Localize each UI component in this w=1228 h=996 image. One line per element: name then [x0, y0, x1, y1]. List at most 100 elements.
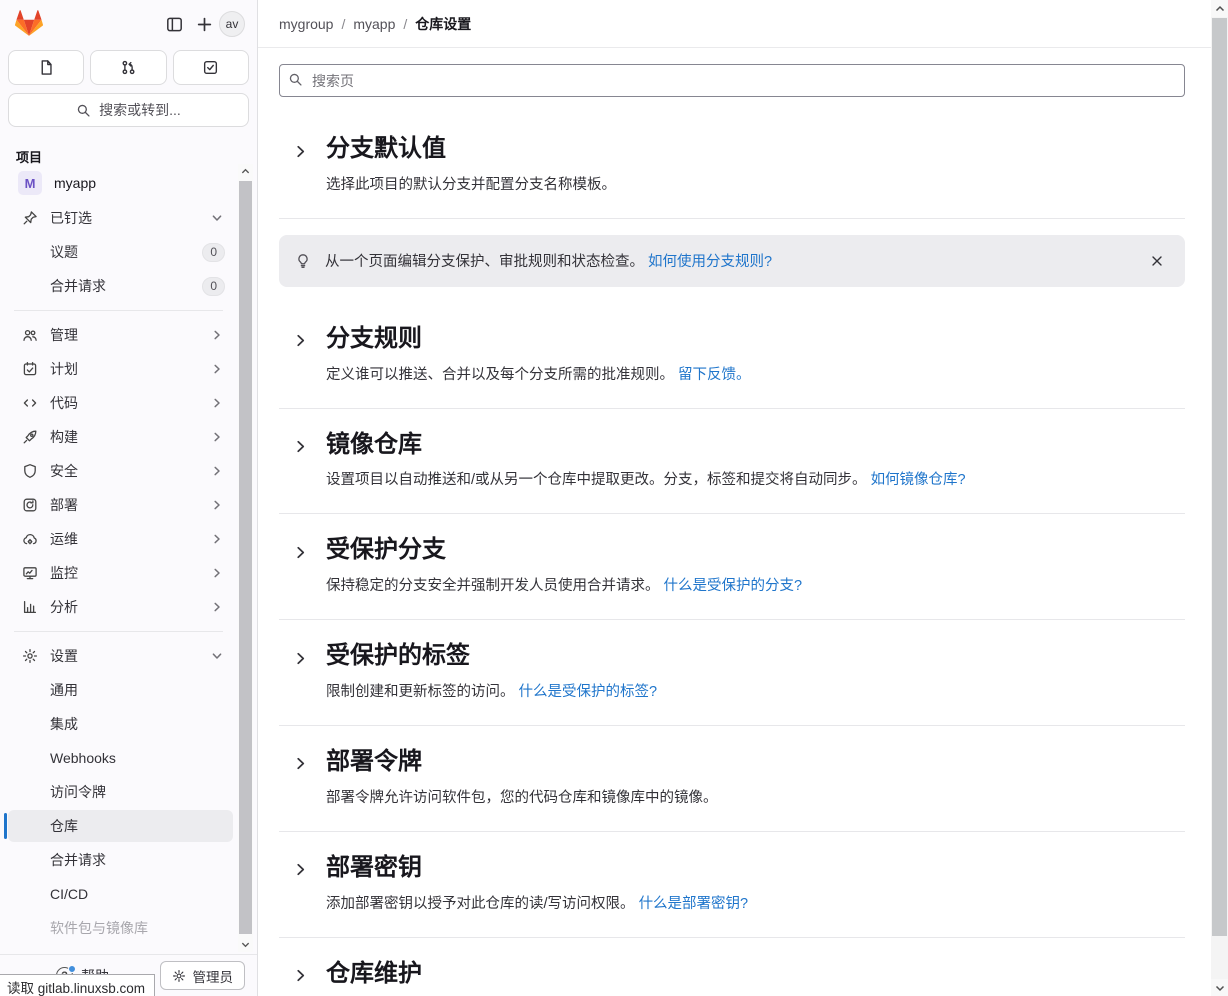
expand-section-button[interactable] — [287, 857, 313, 883]
settings-search-input[interactable] — [279, 64, 1185, 97]
sidebar-item-安全[interactable]: 安全 — [8, 455, 233, 487]
chevron-right-icon — [211, 363, 223, 375]
sidebar-item-webhooks[interactable]: Webhooks — [8, 742, 233, 774]
issues-shortcut-button[interactable] — [8, 50, 84, 85]
merge-requests-shortcut-button[interactable] — [90, 50, 166, 85]
chevron-right-icon — [293, 144, 308, 159]
sidebar-item-已钉选[interactable]: 已钉选 — [8, 202, 233, 234]
sidebar-item-label: Webhooks — [50, 750, 225, 766]
sidebar-scrollbar-thumb[interactable] — [239, 181, 252, 934]
sidebar-project-item[interactable]: M myapp — [8, 166, 233, 200]
sidebar-item-代码[interactable]: 代码 — [8, 387, 233, 419]
chevron-right-icon — [293, 545, 308, 560]
todos-shortcut-button[interactable] — [173, 50, 249, 85]
sidebar-item-label: 访问令牌 — [50, 782, 225, 802]
lightbulb-icon — [295, 253, 311, 269]
sidebar-item-监控[interactable]: 监控 — [8, 557, 233, 589]
sidebar-item-议题[interactable]: 议题0 — [8, 236, 233, 268]
chevron-right-icon — [293, 862, 308, 877]
scroll-up-icon[interactable] — [238, 164, 253, 179]
settings-section: 受保护分支保持稳定的分支安全并强制开发人员使用合并请求。 什么是受保护的分支? — [279, 514, 1185, 620]
search-or-go-button[interactable]: 搜索或转到... — [8, 93, 249, 127]
todo-icon — [202, 59, 219, 76]
count-badge: 0 — [202, 277, 225, 296]
sidebar-divider — [14, 310, 223, 311]
sidebar-toggle-icon — [166, 16, 183, 33]
section-help-link[interactable]: 什么是受保护的标签? — [519, 684, 658, 700]
section-help-link[interactable]: 留下反馈。 — [678, 367, 751, 383]
sidebar-item-合并请求[interactable]: 合并请求 — [8, 844, 233, 876]
sidebar-item-集成[interactable]: 集成 — [8, 708, 233, 740]
expand-section-button[interactable] — [287, 328, 313, 354]
chevron-down-icon — [211, 650, 223, 662]
breadcrumb-group-link[interactable]: mygroup — [279, 16, 333, 32]
user-avatar[interactable]: av — [219, 11, 245, 37]
sidebar-item-设置[interactable]: 设置 — [8, 640, 233, 672]
sidebar-item-label: CI/CD — [50, 886, 225, 902]
code-icon — [22, 395, 38, 411]
expand-section-button[interactable] — [287, 138, 313, 164]
section-title: 分支规则 — [326, 325, 751, 354]
expand-section-button[interactable] — [287, 434, 313, 460]
expand-section-button[interactable] — [287, 645, 313, 671]
search-icon — [288, 72, 303, 87]
settings-content: 分支默认值选择此项目的默认分支并配置分支名称模板。从一个页面编辑分支保护、审批规… — [258, 48, 1211, 996]
expand-section-button[interactable] — [287, 751, 313, 777]
collapse-sidebar-button[interactable] — [159, 9, 189, 39]
count-badge: 0 — [202, 243, 225, 262]
settings-section: 分支规则定义谁可以推送、合并以及每个分支所需的批准规则。 留下反馈。 — [279, 303, 1185, 409]
expand-section-button[interactable] — [287, 539, 313, 565]
chevron-right-icon — [211, 431, 223, 443]
tip-alert-link[interactable]: 如何使用分支规则? — [648, 254, 772, 270]
sidebar-divider — [14, 631, 223, 632]
sidebar-item-分析[interactable]: 分析 — [8, 591, 233, 623]
sidebar-item-部署[interactable]: 部署 — [8, 489, 233, 521]
section-help-link[interactable]: 什么是部署密钥? — [639, 896, 749, 912]
scroll-down-icon[interactable] — [1211, 979, 1228, 996]
sidebar-item-计划[interactable]: 计划 — [8, 353, 233, 385]
sidebar-item-运维[interactable]: 运维 — [8, 523, 233, 555]
gitlab-logo-icon[interactable] — [14, 10, 44, 38]
scroll-up-icon[interactable] — [1211, 0, 1228, 17]
sidebar-item-label: 代码 — [50, 393, 211, 413]
scroll-down-icon[interactable] — [238, 937, 253, 952]
sidebar-item-label: 已钉选 — [50, 208, 211, 228]
breadcrumb-project-link[interactable]: myapp — [353, 16, 395, 32]
section-help-link[interactable]: 如何镜像仓库? — [871, 472, 966, 488]
sidebar-scrollbar[interactable] — [238, 164, 253, 952]
sidebar-item-构建[interactable]: 构建 — [8, 421, 233, 453]
create-new-button[interactable] — [189, 9, 219, 39]
sidebar-item-label: 议题 — [50, 242, 202, 262]
settings-section: 部署令牌部署令牌允许访问软件包，您的代码仓库和镜像库中的镜像。 — [279, 726, 1185, 832]
sidebar-item-管理[interactable]: 管理 — [8, 319, 233, 351]
window-scrollbar-thumb[interactable] — [1212, 18, 1227, 936]
sidebar-item-label: 合并请求 — [50, 850, 225, 870]
settings-search — [279, 64, 1185, 97]
breadcrumb-separator: / — [341, 16, 345, 32]
window-scrollbar[interactable] — [1211, 0, 1228, 996]
section-title: 部署令牌 — [326, 748, 718, 777]
chevron-right-icon — [211, 465, 223, 477]
sidebar-item-合并请求[interactable]: 合并请求0 — [8, 270, 233, 302]
main-area: mygroup / myapp / 仓库设置 分支默认值选择此项目的默认分支并配… — [258, 0, 1228, 996]
sidebar-item-仓库[interactable]: 仓库 — [8, 810, 233, 842]
sidebar-item-访问令牌[interactable]: 访问令牌 — [8, 776, 233, 808]
close-alert-button[interactable] — [1145, 249, 1169, 273]
chevron-right-icon — [211, 567, 223, 579]
sidebar-item-ci-cd[interactable]: CI/CD — [8, 878, 233, 910]
admin-area-button[interactable]: 管理员 — [160, 961, 246, 990]
search-or-go-label: 搜索或转到... — [99, 100, 181, 120]
calendar-icon — [22, 361, 38, 377]
branch-rules-tip-alert: 从一个页面编辑分支保护、审批规则和状态检查。 如何使用分支规则? — [279, 235, 1185, 287]
expand-section-button[interactable] — [287, 963, 313, 989]
sidebar-item-软件包与镜像库[interactable]: 软件包与镜像库 — [8, 912, 233, 944]
deploy-icon — [22, 497, 38, 513]
issues-icon — [38, 59, 55, 76]
section-description: 添加部署密钥以授予对此仓库的读/写访问权限。 什么是部署密钥? — [326, 892, 748, 913]
section-help-link[interactable]: 什么是受保护的分支? — [664, 578, 803, 594]
sidebar-item-label: 分析 — [50, 597, 211, 617]
sidebar-item-通用[interactable]: 通用 — [8, 674, 233, 706]
notification-dot — [68, 965, 76, 973]
cloud-icon — [22, 531, 38, 547]
project-name: myapp — [54, 175, 96, 191]
